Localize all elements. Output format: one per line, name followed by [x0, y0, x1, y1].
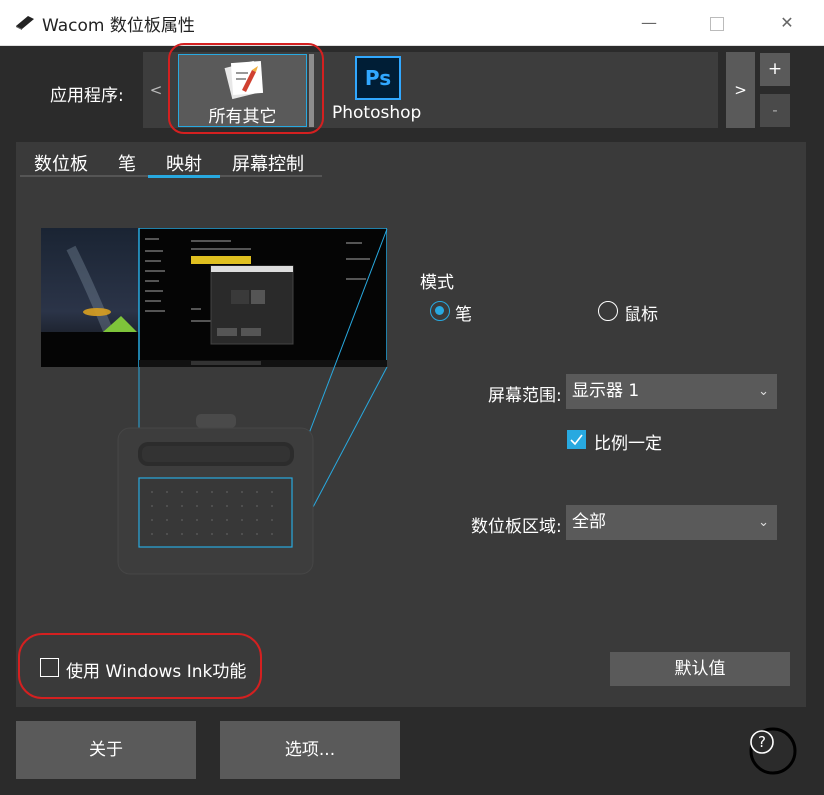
checkmark-icon [570, 434, 583, 446]
screen-area-select[interactable]: 显示器 1 ⌄ [566, 374, 777, 409]
annotation-highlight-ring [18, 633, 262, 699]
mode-label: 模式 [420, 273, 454, 293]
tablet-area-value: 全部 [572, 512, 606, 532]
screen-area-label: 屏幕范围: [488, 386, 562, 406]
mode-mouse-label[interactable]: 鼠标 [624, 300, 658, 325]
chevron-down-icon: ⌄ [758, 384, 769, 399]
help-icon[interactable]: ? [748, 726, 798, 776]
about-button[interactable]: 关于 [16, 721, 196, 779]
proportional-checkbox[interactable] [567, 430, 586, 449]
proportional-label[interactable]: 比例一定 [594, 429, 662, 454]
help-glyph: ? [758, 733, 766, 751]
screen-area-value: 显示器 1 [572, 381, 640, 401]
options-button[interactable]: 选项... [220, 721, 400, 779]
tablet-illustration [117, 414, 314, 575]
mode-pen-radio[interactable] [430, 301, 450, 321]
mode-pen-label[interactable]: 笔 [455, 300, 472, 325]
tablet-area-select[interactable]: 全部 ⌄ [566, 505, 777, 540]
chevron-down-icon: ⌄ [758, 515, 769, 530]
tablet-area-label: 数位板区域: [471, 517, 562, 537]
mode-mouse-radio[interactable] [598, 301, 618, 321]
default-button[interactable]: 默认值 [610, 652, 790, 686]
